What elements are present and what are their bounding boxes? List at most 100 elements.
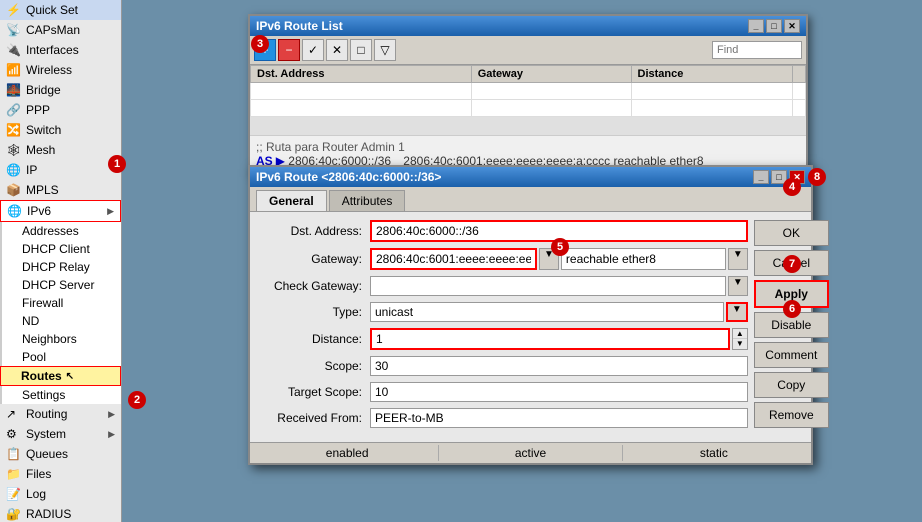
sidebar-item-radius[interactable]: 🔐 RADIUS [0,504,121,522]
submenu-item-neighbors[interactable]: Neighbors [0,330,121,348]
type-label: Type: [260,305,370,319]
quick-set-icon: ⚡ [6,3,22,17]
type-input[interactable] [370,302,724,322]
ipv6-expand-arrow: ▶ [107,206,114,217]
route-edit-status-bar: enabled active static [250,442,811,463]
check-gateway-dropdown[interactable]: ▼ [728,276,748,296]
sidebar-label-capsman: CAPsMan [26,23,80,37]
sidebar-item-log[interactable]: 📝 Log [0,484,121,504]
route-list-maximize-btn[interactable]: □ [766,19,782,33]
sidebar-item-wireless[interactable]: 📶 Wireless [0,60,121,80]
badge-3: 3 [251,35,269,53]
queues-icon: 📋 [6,447,22,461]
route-table-container: Dst. Address Gateway Distance [250,65,806,135]
route-table: Dst. Address Gateway Distance [250,65,806,117]
tab-general[interactable]: General [256,190,327,211]
route-col-dst: Dst. Address [251,66,472,83]
route-list-minimize-btn[interactable]: _ [748,19,764,33]
sidebar-item-quick-set[interactable]: ⚡ Quick Set [0,0,121,20]
distance-label: Distance: [260,332,370,346]
system-expand-arrow: ▶ [108,429,115,440]
sidebar-label-bridge: Bridge [26,83,61,97]
submenu-label-routes: Routes [21,369,62,383]
submenu-item-dhcp-relay[interactable]: DHCP Relay [0,258,121,276]
sidebar-item-ipv6[interactable]: 🌐 IPv6 ▶ [0,200,121,222]
sidebar-label-routing: Routing [26,407,67,421]
distance-spin-down[interactable]: ▼ [733,339,747,348]
sidebar-item-ip[interactable]: 🌐 IP [0,160,121,180]
route-list-remove-btn[interactable]: − [278,39,300,61]
sidebar-item-mpls[interactable]: 📦 MPLS [0,180,121,200]
route-list-toolbar: + − ✓ ✕ □ ▽ [250,36,806,65]
route-list-titlebar[interactable]: IPv6 Route List _ □ ✕ [250,16,806,36]
badge-4: 4 [783,178,801,196]
sidebar-item-interfaces[interactable]: 🔌 Interfaces [0,40,121,60]
sidebar-label-ppp: PPP [26,103,50,117]
submenu-label-dhcp-server: DHCP Server [22,278,94,292]
scope-label: Scope: [260,359,370,373]
submenu-item-dhcp-client[interactable]: DHCP Client [0,240,121,258]
submenu-item-settings[interactable]: Settings [0,386,121,404]
form-row-target-scope: Target Scope: [260,382,748,402]
remove-button[interactable]: Remove [754,402,829,428]
submenu-item-firewall[interactable]: Firewall [0,294,121,312]
route-edit-minimize-btn[interactable]: _ [753,170,769,184]
received-from-input[interactable] [370,408,748,428]
scope-input[interactable] [370,356,748,376]
route-edit-title: IPv6 Route <2806:40c:6000::/36> [256,170,441,184]
sidebar-item-files[interactable]: 📁 Files [0,464,121,484]
route-list-title: IPv6 Route List [256,19,343,33]
ok-button[interactable]: OK [754,220,829,246]
status-enabled: enabled [256,445,439,461]
sidebar-item-ppp[interactable]: 🔗 PPP [0,100,121,120]
sidebar-item-mesh[interactable]: 🕸 Mesh [0,140,121,160]
submenu-item-dhcp-server[interactable]: DHCP Server [0,276,121,294]
sidebar-label-log: Log [26,487,46,501]
submenu-label-neighbors: Neighbors [22,332,77,346]
route-col-scroll-spacer [793,66,806,83]
copy-button[interactable]: Copy [754,372,829,398]
type-dropdown[interactable]: ▼ [726,302,748,322]
distance-spinner[interactable]: ▲ ▼ [732,328,748,350]
submenu-item-addresses[interactable]: Addresses [0,222,121,240]
distance-spin-up[interactable]: ▲ [733,329,747,339]
submenu-label-firewall: Firewall [22,296,63,310]
sidebar-item-queues[interactable]: 📋 Queues [0,444,121,464]
route-list-square-btn[interactable]: □ [350,39,372,61]
gateway-dropdown-btn2[interactable]: ▼ [728,248,748,270]
route-list-filter-btn[interactable]: ▽ [374,39,396,61]
form-row-dst-address: Dst. Address: [260,220,748,242]
submenu-item-pool[interactable]: Pool [0,348,121,366]
tab-attributes[interactable]: Attributes [329,190,406,211]
badge-2: 2 [128,391,146,409]
sidebar-item-routing[interactable]: ↗ Routing ▶ [0,404,121,424]
sidebar-item-capsman[interactable]: 📡 CAPsMan [0,20,121,40]
route-list-check-btn[interactable]: ✓ [302,39,324,61]
comment-button[interactable]: Comment [754,342,829,368]
badge-8: 8 [808,168,826,186]
distance-input[interactable] [370,328,730,350]
ppp-icon: 🔗 [6,103,22,117]
route-list-find-input[interactable] [712,41,802,59]
route-list-close-btn[interactable]: ✕ [784,19,800,33]
gateway-input[interactable] [370,248,537,270]
check-gateway-label: Check Gateway: [260,279,370,293]
route-edit-form: Dst. Address: Gateway: ▼ ▼ Check Gateway… [250,212,811,442]
gateway-input2[interactable] [561,248,726,270]
check-gateway-input[interactable] [370,276,726,296]
sidebar-item-bridge[interactable]: 🌉 Bridge [0,80,121,100]
route-comment: ;; Ruta para Router Admin 1 [256,140,405,154]
submenu-label-addresses: Addresses [22,224,79,238]
target-scope-input[interactable] [370,382,748,402]
route-edit-titlebar[interactable]: IPv6 Route <2806:40c:6000::/36> _ □ ✕ [250,167,811,187]
sidebar-label-mpls: MPLS [26,183,59,197]
route-list-cancel-btn[interactable]: ✕ [326,39,348,61]
submenu-item-nd[interactable]: ND [0,312,121,330]
sidebar-label-ipv6: IPv6 [27,204,51,218]
sidebar-item-switch[interactable]: 🔀 Switch [0,120,121,140]
system-icon: ⚙ [6,427,22,441]
sidebar-item-system[interactable]: ⚙ System ▶ [0,424,121,444]
ipv6-icon: 🌐 [7,204,23,218]
submenu-item-routes[interactable]: Routes ↖ [0,366,121,386]
sidebar-label-quick-set: Quick Set [26,3,78,17]
